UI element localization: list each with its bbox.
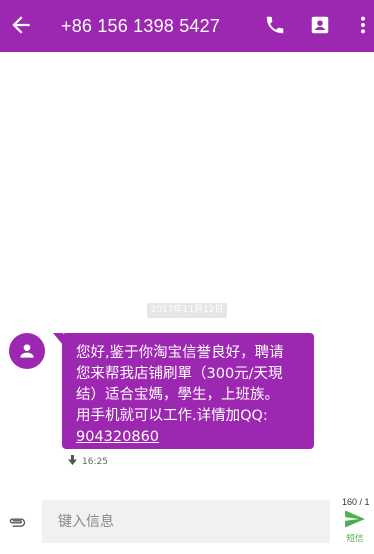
- message-line: 您来帮我店铺刷單（300元/天現: [76, 366, 283, 382]
- avatar[interactable]: [9, 333, 45, 369]
- contact-card-icon[interactable]: [309, 14, 331, 36]
- arrow-left-icon[interactable]: [8, 12, 34, 38]
- message-meta: 16:25: [68, 455, 108, 467]
- download-arrow-icon: [68, 455, 77, 465]
- messaging-screen: +86 156 1398 5427 2017年11月12日 您好,鉴于你淘宝信誉…: [0, 0, 374, 554]
- message-line: 您好,鉴于你淘宝信誉良好，聘请: [76, 345, 284, 361]
- contact-phone-number: +86 156 1398 5427: [61, 16, 221, 36]
- character-counter: 160 / 1: [342, 497, 370, 507]
- message-phone-link[interactable]: 904320860: [76, 427, 302, 448]
- message-bubble[interactable]: 您好,鉴于你淘宝信誉良好，聘请 您来帮我店铺刷單（300元/天現 结）适合宝媽，…: [53, 333, 314, 449]
- app-bar: +86 156 1398 5427: [0, 0, 374, 52]
- send-icon: [345, 510, 365, 528]
- send-button[interactable]: 短信: [340, 510, 370, 550]
- message-line: 用手机就可以工作.详情加QQ:: [76, 408, 268, 424]
- message-time: 16:25: [82, 457, 108, 467]
- date-separator: 2017年11月12日: [147, 303, 227, 318]
- message-input[interactable]: [42, 500, 330, 543]
- message-line: 结）适合宝媽，學生，上班族。: [76, 387, 279, 403]
- paperclip-icon[interactable]: [6, 514, 26, 528]
- phone-icon[interactable]: [264, 14, 286, 36]
- person-icon: [20, 344, 34, 358]
- compose-bar: 160 / 1 短信: [0, 497, 374, 554]
- send-label: 短信: [346, 534, 364, 544]
- more-vertical-icon[interactable]: [352, 14, 374, 36]
